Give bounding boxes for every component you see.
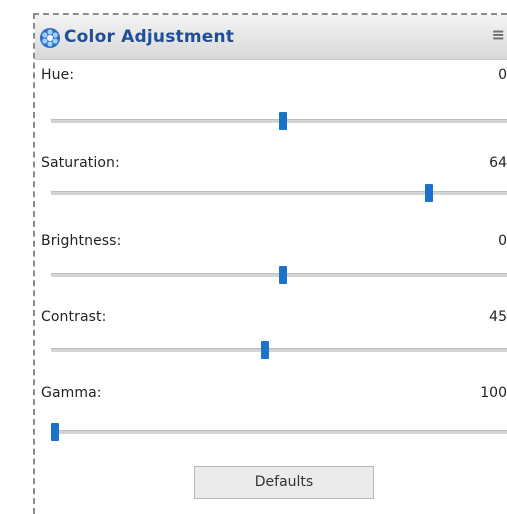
hue-row: Hue: 0 [35, 67, 507, 143]
saturation-slider[interactable] [51, 184, 507, 202]
hue-slider-thumb[interactable] [279, 112, 287, 130]
brightness-slider-thumb[interactable] [279, 266, 287, 284]
saturation-value: 64 [489, 155, 507, 171]
gamma-slider-thumb[interactable] [51, 423, 59, 441]
hue-slider[interactable] [51, 112, 507, 130]
contrast-slider[interactable] [51, 341, 507, 359]
gamma-label: Gamma: [41, 385, 102, 401]
contrast-label: Contrast: [41, 309, 107, 325]
color-adjustment-panel: Color Adjustment ≡ Hue: 0 Saturation: 64… [33, 13, 507, 514]
panel-header: Color Adjustment ≡ [35, 15, 507, 60]
contrast-value: 45 [489, 309, 507, 325]
gamma-row: Gamma: 100 [35, 385, 507, 461]
contrast-slider-thumb[interactable] [260, 341, 269, 359]
brightness-label: Brightness: [41, 233, 122, 249]
saturation-label: Saturation: [41, 155, 120, 171]
brightness-value: 0 [498, 233, 507, 249]
color-wheel-icon [40, 28, 60, 48]
hue-value: 0 [498, 67, 507, 83]
panel-menu-icon[interactable]: ≡ [492, 25, 505, 44]
gamma-value: 100 [480, 385, 507, 401]
defaults-button[interactable]: Defaults [194, 466, 374, 499]
saturation-slider-thumb[interactable] [424, 184, 433, 202]
saturation-row: Saturation: 64 [35, 155, 507, 231]
gamma-slider[interactable] [51, 423, 507, 441]
brightness-row: Brightness: 0 [35, 233, 507, 309]
brightness-slider[interactable] [51, 266, 507, 284]
panel-title: Color Adjustment [64, 27, 235, 47]
contrast-row: Contrast: 45 [35, 309, 507, 385]
hue-label: Hue: [41, 67, 75, 83]
